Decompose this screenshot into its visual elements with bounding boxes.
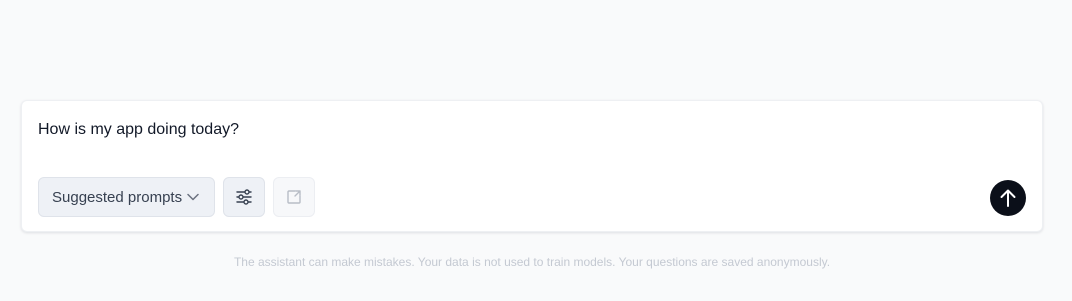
settings-button[interactable] bbox=[223, 177, 265, 217]
chevron-down-icon bbox=[186, 190, 200, 204]
expand-button[interactable] bbox=[273, 177, 315, 217]
sliders-icon bbox=[235, 188, 253, 206]
chat-page: Suggested prompts bbox=[0, 0, 1072, 301]
prompt-input[interactable] bbox=[38, 119, 938, 141]
composer-toolbar: Suggested prompts bbox=[38, 177, 315, 217]
arrow-up-icon bbox=[999, 188, 1017, 208]
suggested-prompts-label: Suggested prompts bbox=[52, 188, 183, 206]
chat-composer: Suggested prompts bbox=[21, 100, 1043, 232]
expand-window-icon bbox=[286, 189, 302, 205]
send-button[interactable] bbox=[990, 180, 1026, 216]
suggested-prompts-dropdown[interactable]: Suggested prompts bbox=[38, 177, 215, 217]
disclaimer-text: The assistant can make mistakes. Your da… bbox=[233, 255, 831, 269]
